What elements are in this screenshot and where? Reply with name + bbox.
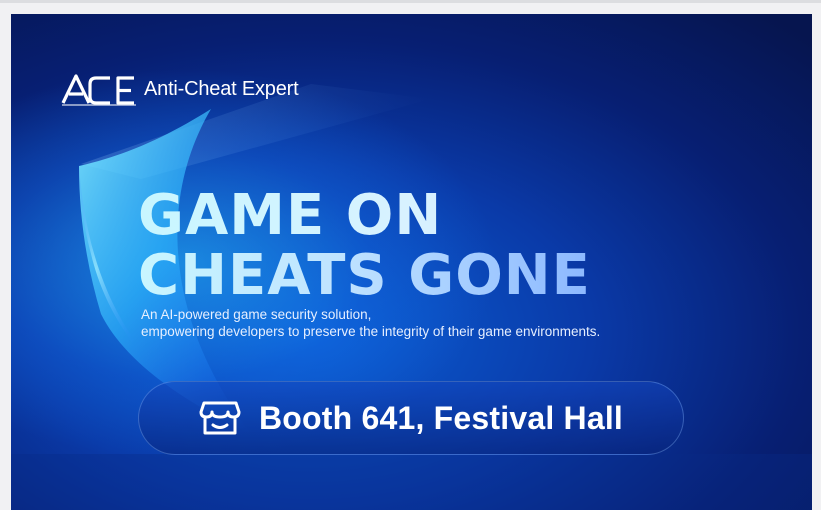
- brand-name: Anti-Cheat Expert: [144, 77, 299, 100]
- subtitle-line-1: An AI-powered game security solution,: [141, 307, 372, 322]
- booth-pill: Booth 641, Festival Hall: [138, 381, 684, 455]
- ace-logo-icon: [61, 74, 136, 106]
- promo-banner: Anti-Cheat Expert GAME ON CHEATS GONE An…: [11, 14, 812, 510]
- headline-line-1: GAME ON: [138, 186, 591, 246]
- booth-label: Booth 641, Festival Hall: [258, 399, 624, 436]
- subtitle: An AI-powered game security solution, em…: [141, 306, 600, 340]
- headline: GAME ON CHEATS GONE: [138, 186, 591, 306]
- headline-line-2: CHEATS GONE: [138, 243, 591, 308]
- storefront-icon: [199, 401, 241, 435]
- subtitle-line-2: empowering developers to preserve the in…: [141, 324, 601, 339]
- brand-logo: Anti-Cheat Expert: [60, 72, 299, 106]
- top-border: [0, 0, 821, 3]
